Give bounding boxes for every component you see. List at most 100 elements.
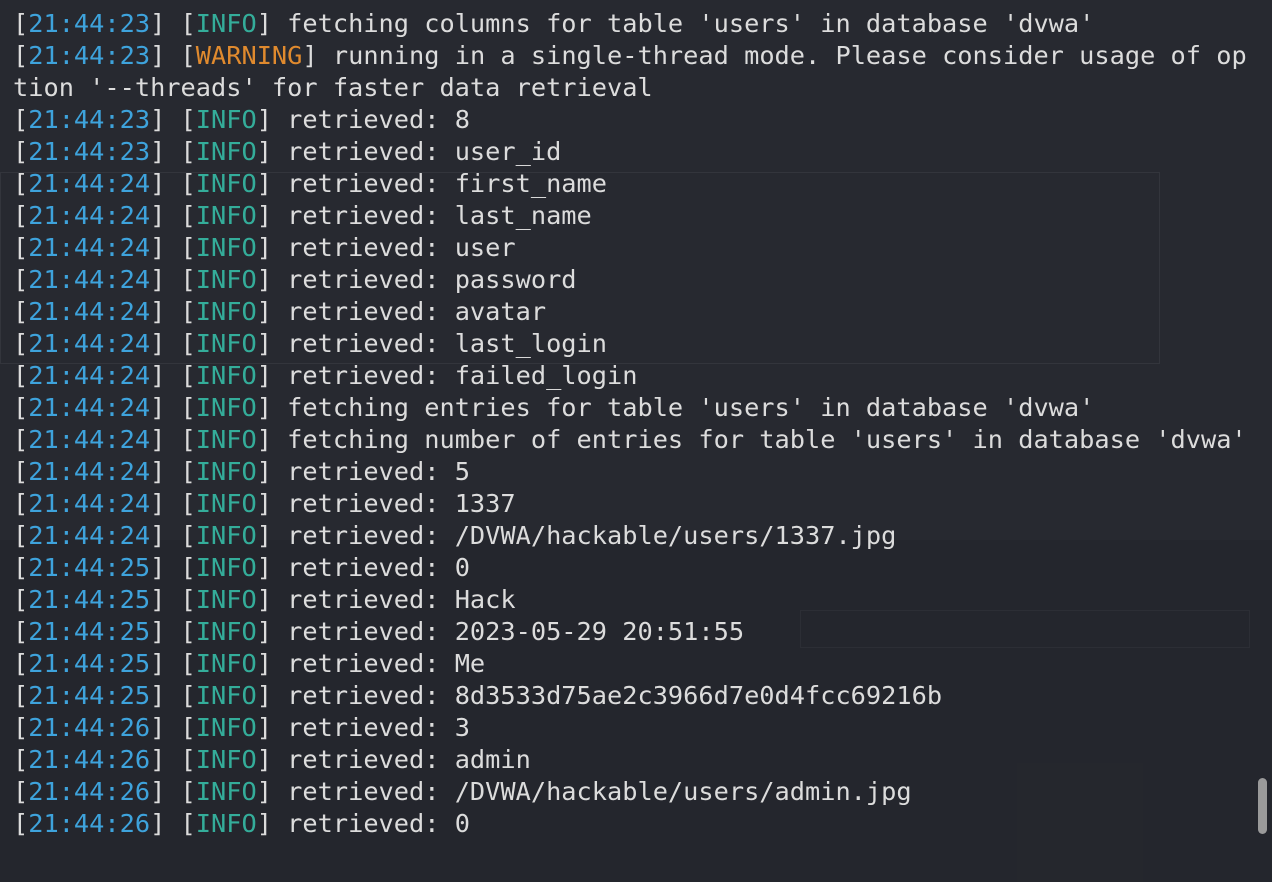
bracket: ] <box>256 553 288 582</box>
log-line: [21:44:24] [INFO] retrieved: last_name <box>13 200 1249 232</box>
log-timestamp: 21:44:24 <box>28 329 151 358</box>
bracket: ] [ <box>150 265 196 294</box>
bracket: ] <box>256 425 288 454</box>
log-line: [21:44:24] [INFO] fetching entries for t… <box>13 392 1249 424</box>
bracket: [ <box>13 553 29 582</box>
log-level: INFO <box>195 361 257 390</box>
terminal-scrollbar[interactable] <box>1258 778 1267 834</box>
log-line: [21:44:24] [INFO] fetching number of ent… <box>13 424 1249 456</box>
log-level: INFO <box>195 745 257 774</box>
bracket: ] [ <box>150 201 196 230</box>
log-level: INFO <box>195 777 257 806</box>
bracket: ] <box>256 457 288 486</box>
bracket: [ <box>13 361 29 390</box>
bracket: ] [ <box>150 585 196 614</box>
bracket: ] <box>256 297 288 326</box>
log-message: retrieved: /DVWA/hackable/users/1337.jpg <box>287 521 897 550</box>
log-level: INFO <box>195 681 257 710</box>
log-timestamp: 21:44:24 <box>28 521 151 550</box>
log-message: retrieved: 0 <box>287 553 470 582</box>
log-level: INFO <box>195 201 257 230</box>
log-line: [21:44:26] [INFO] retrieved: admin <box>13 744 1249 776</box>
log-line: [21:44:25] [INFO] retrieved: 8d3533d75ae… <box>13 680 1249 712</box>
bracket: [ <box>13 777 29 806</box>
log-timestamp: 21:44:24 <box>28 425 151 454</box>
log-line: [21:44:25] [INFO] retrieved: Me <box>13 648 1249 680</box>
log-message: retrieved: 0 <box>287 809 470 838</box>
log-timestamp: 21:44:23 <box>28 41 151 70</box>
bracket: [ <box>13 585 29 614</box>
bracket: ] [ <box>150 425 196 454</box>
bracket: ] <box>256 681 288 710</box>
log-level: INFO <box>195 9 257 38</box>
bracket: ] [ <box>150 329 196 358</box>
bracket: [ <box>13 41 29 70</box>
bracket: ] [ <box>150 169 196 198</box>
bracket: ] <box>256 617 288 646</box>
log-line: [21:44:24] [INFO] retrieved: failed_logi… <box>13 360 1249 392</box>
bracket: [ <box>13 137 29 166</box>
bracket: ] <box>256 649 288 678</box>
bracket: [ <box>13 809 29 838</box>
log-message: retrieved: /DVWA/hackable/users/admin.jp… <box>287 777 912 806</box>
log-line: [21:44:24] [INFO] retrieved: 5 <box>13 456 1249 488</box>
log-level: INFO <box>195 137 257 166</box>
log-timestamp: 21:44:25 <box>28 649 151 678</box>
bracket: ] <box>256 745 288 774</box>
bracket: [ <box>13 393 29 422</box>
bracket: [ <box>13 9 29 38</box>
bracket: [ <box>13 489 29 518</box>
log-message: retrieved: last_name <box>287 201 592 230</box>
log-level: INFO <box>195 105 257 134</box>
log-message: retrieved: Hack <box>287 585 516 614</box>
log-timestamp: 21:44:24 <box>28 489 151 518</box>
bracket: [ <box>13 745 29 774</box>
bracket: ] <box>256 169 288 198</box>
log-level: INFO <box>195 425 257 454</box>
log-line: [21:44:24] [INFO] retrieved: last_login <box>13 328 1249 360</box>
log-line: [21:44:25] [INFO] retrieved: 2023-05-29 … <box>13 616 1249 648</box>
log-message: retrieved: 8 <box>287 105 470 134</box>
bracket: ] <box>302 41 333 70</box>
log-line: [21:44:25] [INFO] retrieved: Hack <box>13 584 1249 616</box>
log-timestamp: 21:44:26 <box>28 777 151 806</box>
bracket: ] [ <box>150 457 196 486</box>
terminal-window[interactable]: [21:44:23] [INFO] fetching columns for t… <box>0 0 1272 882</box>
log-message: retrieved: 8d3533d75ae2c3966d7e0d4fcc692… <box>287 681 943 710</box>
bracket: [ <box>13 297 29 326</box>
log-line: [21:44:24] [INFO] retrieved: 1337 <box>13 488 1249 520</box>
log-timestamp: 21:44:24 <box>28 201 151 230</box>
bracket: ] [ <box>150 649 196 678</box>
bracket: ] [ <box>150 681 196 710</box>
log-line: [21:44:24] [INFO] retrieved: avatar <box>13 296 1249 328</box>
log-level: INFO <box>195 329 257 358</box>
log-message: retrieved: user <box>287 233 516 262</box>
bracket: ] [ <box>150 41 196 70</box>
bracket: ] [ <box>150 745 196 774</box>
bracket: ] [ <box>150 361 196 390</box>
bracket: ] [ <box>150 777 196 806</box>
bracket: ] [ <box>150 553 196 582</box>
log-message: retrieved: failed_login <box>287 361 638 390</box>
bracket: ] <box>256 489 288 518</box>
bracket: [ <box>13 105 29 134</box>
log-timestamp: 21:44:26 <box>28 809 151 838</box>
log-level: INFO <box>195 713 257 742</box>
bracket: ] <box>256 233 288 262</box>
log-message: retrieved: 1337 <box>287 489 516 518</box>
bracket: [ <box>13 329 29 358</box>
log-timestamp: 21:44:23 <box>28 9 151 38</box>
bracket: [ <box>13 649 29 678</box>
bracket: [ <box>13 457 29 486</box>
log-level: INFO <box>195 233 257 262</box>
bracket: ] <box>256 265 288 294</box>
terminal-output: [21:44:23] [INFO] fetching columns for t… <box>13 8 1249 840</box>
bracket: ] [ <box>150 137 196 166</box>
bracket: [ <box>13 617 29 646</box>
bracket: ] <box>256 809 288 838</box>
log-timestamp: 21:44:26 <box>28 745 151 774</box>
bracket: [ <box>13 201 29 230</box>
log-level: INFO <box>195 585 257 614</box>
bracket: ] [ <box>150 9 196 38</box>
log-timestamp: 21:44:24 <box>28 457 151 486</box>
